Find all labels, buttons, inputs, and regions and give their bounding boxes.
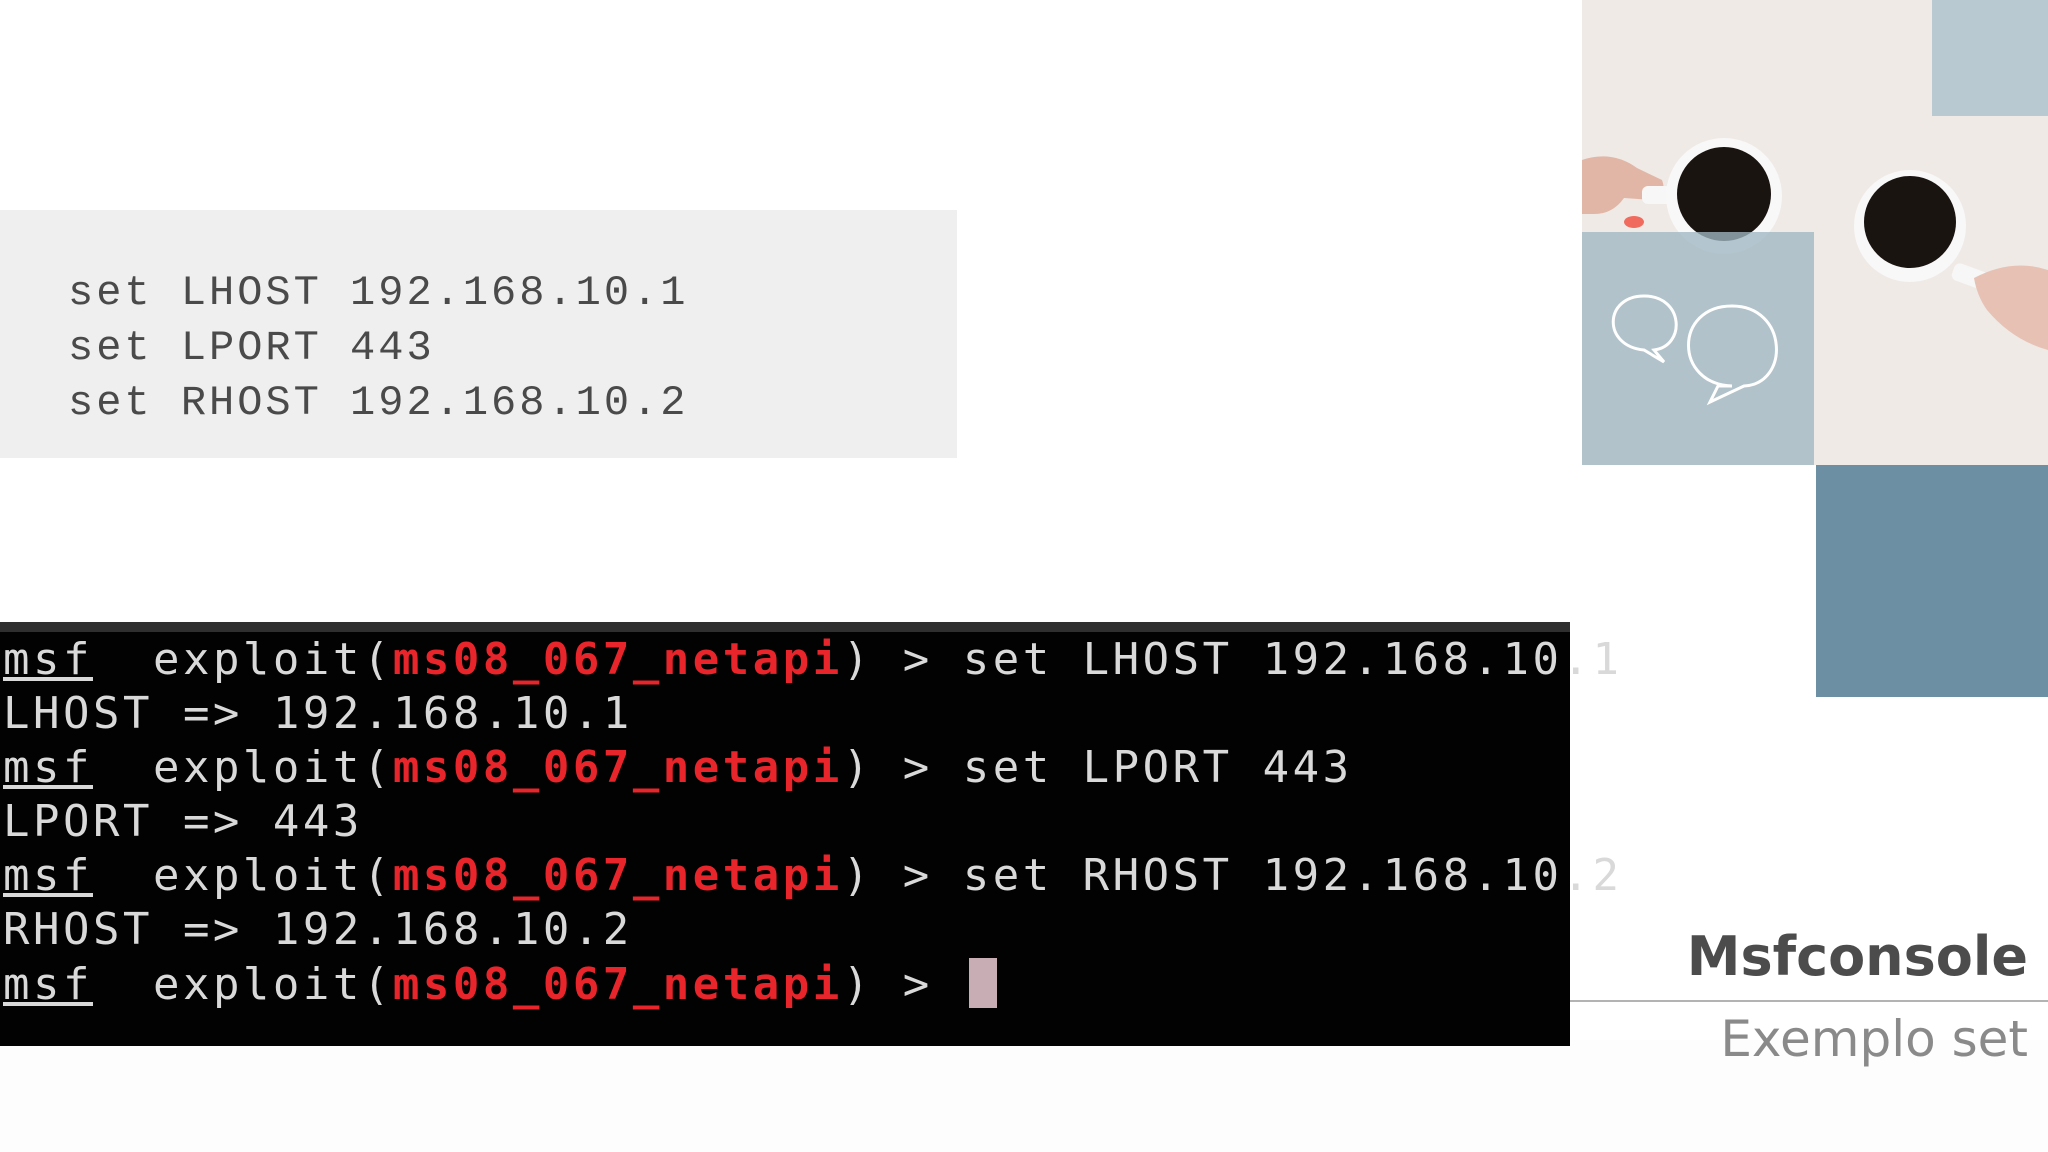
terminal-command: set RHOST 192.168.10.2 — [962, 850, 1623, 901]
prompt-label: msf — [3, 634, 93, 685]
terminal-window: msf exploit(ms08_067_netapi) > set LHOST… — [0, 622, 1619, 1046]
module-name: ms08_067_netapi — [392, 742, 843, 793]
terminal-output-line: LHOST => 192.168.10.1 — [3, 688, 633, 739]
terminal-command: set LPORT 443 — [962, 742, 1353, 793]
code-line: set LPORT 443 — [68, 324, 435, 372]
module-name: ms08_067_netapi — [392, 850, 843, 901]
exploit-suffix: ) > — [842, 634, 963, 685]
exploit-suffix: ) > — [842, 742, 963, 793]
exploit-prefix: exploit( — [92, 850, 393, 901]
code-snippet-box: set LHOST 192.168.10.1 set LPORT 443 set… — [0, 210, 957, 458]
exploit-prefix: exploit( — [92, 742, 393, 793]
terminal-prompt-line: msf exploit(ms08_067_netapi) > set LHOST… — [3, 634, 1623, 686]
terminal-cursor[interactable] — [968, 958, 997, 1008]
terminal-prompt-line: msf exploit(ms08_067_netapi) > set RHOST… — [3, 850, 1623, 902]
terminal-output-line: LPORT => 443 — [3, 796, 363, 847]
code-line: set LHOST 192.168.10.1 — [68, 269, 689, 317]
terminal-command: set LHOST 192.168.10.1 — [962, 634, 1623, 685]
code-line: set RHOST 192.168.10.2 — [68, 379, 689, 427]
coffee-cups-illustration — [1582, 0, 2048, 465]
slide-subtitle: Exemplo set — [1720, 1010, 2028, 1068]
exploit-suffix: ) > — [842, 959, 963, 1010]
terminal-output-line: RHOST => 192.168.10.2 — [3, 904, 633, 955]
module-name: ms08_067_netapi — [392, 634, 843, 685]
prompt-label: msf — [3, 850, 93, 901]
prompt-label: msf — [3, 959, 93, 1010]
exploit-prefix: exploit( — [92, 634, 393, 685]
exploit-prefix: exploit( — [92, 959, 393, 1010]
slide-title-block: Msfconsole — [1687, 930, 2028, 984]
slide-title: Msfconsole — [1686, 925, 2028, 988]
deco-square-bottom — [1816, 465, 2048, 697]
coffee-cups-photo — [1582, 0, 2048, 465]
terminal-prompt-line: msf exploit(ms08_067_netapi) > — [3, 958, 997, 1010]
terminal-prompt-line: msf exploit(ms08_067_netapi) > set LPORT… — [3, 742, 1353, 794]
title-divider — [1570, 1000, 2048, 1002]
module-name: ms08_067_netapi — [392, 959, 843, 1010]
prompt-label: msf — [3, 742, 93, 793]
exploit-suffix: ) > — [842, 850, 963, 901]
